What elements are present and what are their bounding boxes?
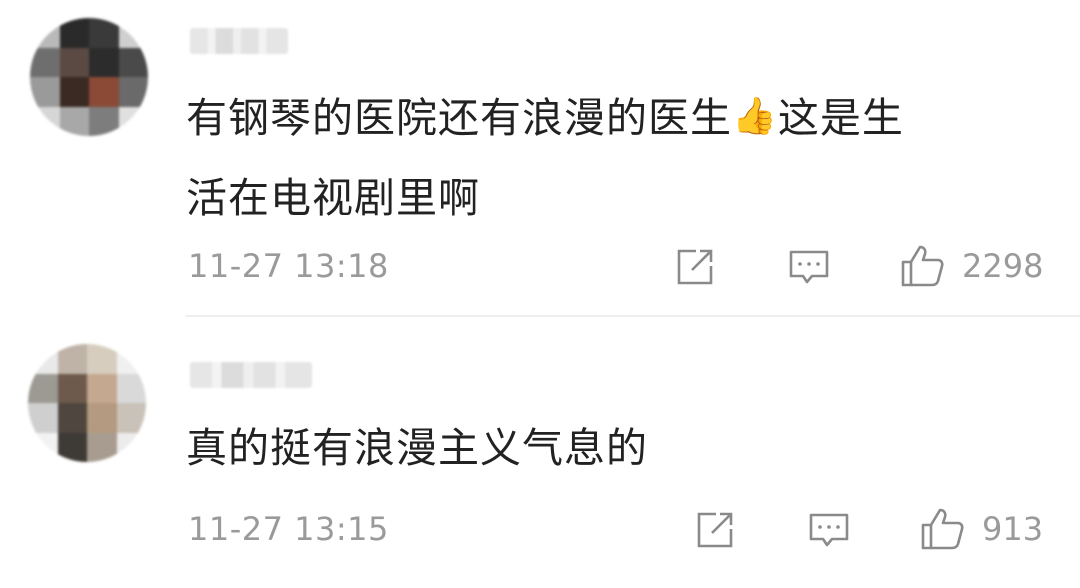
- thumbs-up-emoji-icon: 👍: [732, 96, 778, 137]
- comment-text-part1: 有钢琴的医院还有浪漫的医生: [186, 94, 732, 142]
- like-count: 2298: [962, 247, 1044, 285]
- share-button[interactable]: [692, 507, 738, 553]
- comment-item: 有钢琴的医院还有浪漫的医生👍这是生 活在电视剧里啊 11-27 13:18 22…: [0, 0, 1080, 317]
- comment-text-part2: 这是生: [777, 94, 904, 142]
- comment-item: 真的挺有浪漫主义气息的 11-27 13:15 913: [0, 316, 1080, 588]
- share-icon: [677, 249, 713, 285]
- reply-button[interactable]: [786, 244, 832, 290]
- like-count: 913: [982, 510, 1044, 548]
- like-button[interactable]: 2298: [898, 242, 1043, 290]
- comment-timestamp: 11-27 13:15: [188, 510, 389, 548]
- comment-icon: [809, 513, 849, 547]
- like-button[interactable]: 913: [918, 505, 1043, 553]
- share-button[interactable]: [672, 244, 718, 290]
- comment-text-line2: 活在电视剧里啊: [186, 174, 480, 222]
- avatar[interactable]: [30, 18, 148, 136]
- comment-text: 有钢琴的医院还有浪漫的医生👍这是生 活在电视剧里啊: [186, 77, 1046, 238]
- comment-icon: [789, 250, 829, 284]
- username-blurred[interactable]: [190, 362, 312, 388]
- avatar[interactable]: [28, 344, 146, 462]
- share-icon: [697, 512, 733, 548]
- thumbs-up-icon: [921, 508, 964, 550]
- comment-timestamp: 11-27 13:18: [188, 247, 389, 285]
- username-blurred[interactable]: [190, 28, 288, 54]
- reply-button[interactable]: [806, 507, 852, 553]
- comment-text: 真的挺有浪漫主义气息的: [186, 424, 648, 472]
- thumbs-up-icon: [901, 245, 944, 287]
